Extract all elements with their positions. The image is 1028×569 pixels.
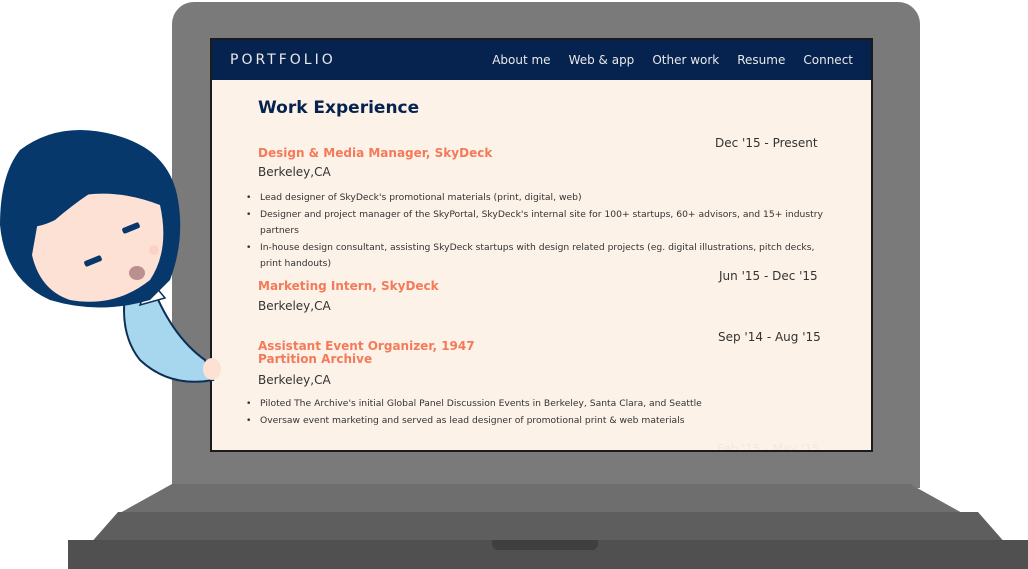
- job-date: Jun '15 - Dec '15: [719, 269, 818, 283]
- nav-about-me[interactable]: About me: [492, 53, 550, 67]
- job-title: Design & Media Manager, SkyDeck: [258, 146, 493, 160]
- nav-connect[interactable]: Connect: [803, 53, 853, 67]
- resume-content: Work Experience Dec '15 - Present Design…: [246, 98, 828, 450]
- laptop-screen: PORTFOLIO About me Web & app Other work …: [210, 38, 873, 452]
- nav-other-work[interactable]: Other work: [652, 53, 719, 67]
- navbar: PORTFOLIO About me Web & app Other work …: [212, 40, 871, 80]
- job-title: Assistant Event Organizer, 1947 Partitio…: [258, 339, 475, 366]
- screen-fade: [212, 422, 871, 450]
- job-title: Marketing Intern, SkyDeck: [258, 279, 439, 293]
- section-title: Work Experience: [258, 98, 420, 118]
- job-location: Berkeley,CA: [258, 165, 331, 179]
- laptop-notch: [492, 540, 598, 550]
- bullet-item: Lead designer of SkyDeck's promotional m…: [246, 190, 836, 207]
- bullet-item: Designer and project manager of the SkyP…: [246, 207, 836, 240]
- job-bullets: Lead designer of SkyDeck's promotional m…: [246, 190, 836, 273]
- nav-resume[interactable]: Resume: [737, 53, 785, 67]
- job-date: Sep '14 - Aug '15: [718, 330, 821, 344]
- nav-web-app[interactable]: Web & app: [569, 53, 635, 67]
- bullet-item: In-house design consultant, assisting Sk…: [246, 240, 836, 273]
- job-location: Berkeley,CA: [258, 299, 331, 313]
- cartoon-girl-character: [0, 130, 221, 383]
- bullet-item: Piloted The Archive's initial Global Pan…: [246, 396, 836, 413]
- job-date: Dec '15 - Present: [715, 136, 818, 150]
- laptop-hinge: [118, 484, 964, 514]
- job-location: Berkeley,CA: [258, 373, 331, 387]
- nav-links: About me Web & app Other work Resume Con…: [492, 53, 853, 67]
- brand-logo[interactable]: PORTFOLIO: [230, 52, 336, 68]
